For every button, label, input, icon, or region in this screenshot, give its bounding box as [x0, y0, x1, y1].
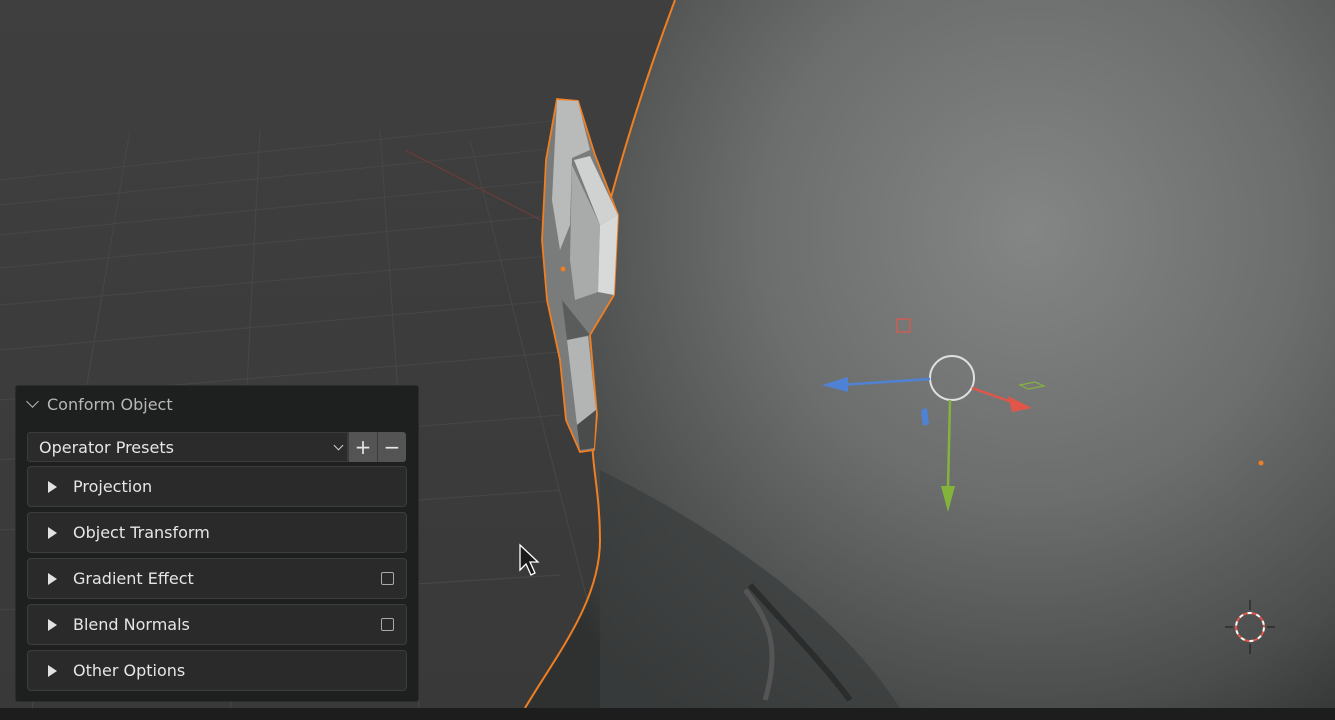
subpanel-gradient-effect[interactable]: Gradient Effect — [27, 558, 407, 599]
operator-redo-panel[interactable]: Conform Object Operator Presets + − Proj… — [15, 385, 419, 702]
remove-preset-button[interactable]: − — [377, 432, 406, 462]
subpanel-label: Projection — [73, 477, 153, 496]
3d-viewport[interactable]: Conform Object Operator Presets + − Proj… — [0, 0, 1335, 720]
presets-label: Operator Presets — [39, 437, 174, 457]
subpanel-label: Blend Normals — [73, 615, 190, 634]
subpanel-label: Other Options — [73, 661, 186, 680]
blend-normals-checkbox[interactable] — [381, 618, 394, 631]
object-origin-dot — [1258, 460, 1264, 466]
expand-triangle-icon[interactable] — [48, 572, 57, 585]
minus-icon: − — [383, 435, 401, 459]
add-preset-button[interactable]: + — [348, 432, 377, 462]
gradient-effect-checkbox[interactable] — [381, 572, 394, 585]
chevron-down-icon[interactable] — [26, 395, 39, 408]
subpanel-blend-normals[interactable]: Blend Normals — [27, 604, 407, 645]
expand-triangle-icon[interactable] — [48, 618, 57, 631]
expand-triangle-icon[interactable] — [48, 664, 57, 677]
plus-icon: + — [354, 435, 372, 459]
status-bar — [0, 708, 1335, 720]
operator-presets-dropdown[interactable]: Operator Presets — [27, 432, 348, 462]
operator-presets-row: Operator Presets + − — [27, 432, 406, 462]
subpanel-other-options[interactable]: Other Options — [27, 650, 407, 691]
panel-header[interactable]: Conform Object — [26, 394, 173, 414]
subpanel-label: Gradient Effect — [73, 569, 194, 588]
expand-triangle-icon[interactable] — [48, 526, 57, 539]
chevron-down-icon — [333, 440, 344, 451]
subpanel-object-transform[interactable]: Object Transform — [27, 512, 407, 553]
subpanel-label: Object Transform — [73, 523, 210, 542]
subpanel-projection[interactable]: Projection — [27, 466, 407, 507]
ear-origin-dot — [560, 266, 566, 272]
panel-title: Conform Object — [47, 394, 173, 414]
expand-triangle-icon[interactable] — [48, 480, 57, 493]
